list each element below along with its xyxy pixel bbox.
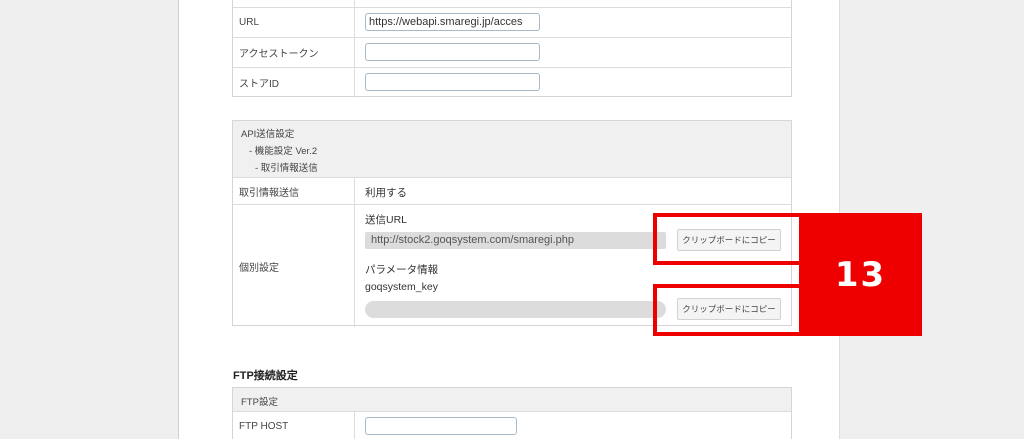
access-token-label: アクセストークン: [233, 38, 355, 67]
transaction-send-label: 取引情報送信: [233, 178, 355, 204]
store-id-input[interactable]: [365, 73, 540, 91]
transaction-send-cell: 利用する: [355, 178, 791, 204]
transaction-send-value: 利用する: [365, 187, 407, 199]
api-send-settings-header: API送信設定 - 機能設定 Ver.2 - 取引情報送信: [233, 121, 791, 178]
ftp-settings-table: FTP設定 FTP HOST: [232, 387, 792, 439]
parameter-value-field[interactable]: [365, 301, 666, 318]
ftp-host-input[interactable]: [365, 417, 517, 435]
send-url-field[interactable]: http://stock2.goqsystem.com/smaregi.php: [365, 232, 666, 249]
highlight-box-send-url: [653, 213, 803, 265]
url-label: URL: [233, 8, 355, 37]
ftp-section-title: FTP接続設定: [233, 370, 298, 382]
individual-settings-label: 個別設定: [233, 205, 355, 327]
parameter-info-label: パラメータ情報: [365, 264, 439, 276]
row-label-partial: [233, 0, 355, 7]
table-row-access-token: アクセストークン: [233, 38, 791, 68]
table-row-store-id: ストアID: [233, 68, 791, 97]
send-url-label: 送信URL: [365, 214, 408, 226]
parameter-key-label: goqsystem_key: [365, 281, 438, 293]
table-row-partial: [233, 0, 791, 8]
ftp-host-label: FTP HOST: [233, 412, 355, 439]
ftp-host-cell: [355, 412, 791, 439]
highlight-box-parameter: [653, 284, 803, 336]
access-token-input[interactable]: [365, 43, 540, 61]
table-row-ftp-host: FTP HOST: [233, 412, 791, 439]
header-line-function: - 機能設定 Ver.2: [249, 146, 318, 157]
ftp-settings-header: FTP設定: [233, 388, 791, 412]
table-row-url: URL https://webapi.smaregi.jp/acces: [233, 8, 791, 38]
step-number-badge: 13: [799, 213, 922, 336]
page-margin-left-border: [178, 0, 179, 439]
store-id-cell: [355, 68, 791, 97]
page-margin-left: [0, 0, 178, 439]
header-line-transaction: - 取引情報送信: [255, 163, 318, 174]
url-cell: https://webapi.smaregi.jp/acces: [355, 8, 791, 37]
ftp-header-label: FTP設定: [241, 397, 278, 408]
header-line-api: API送信設定: [241, 129, 295, 140]
access-token-cell: [355, 38, 791, 67]
api-connection-table: URL https://webapi.smaregi.jp/acces アクセス…: [232, 0, 792, 97]
store-id-label: ストアID: [233, 68, 355, 97]
table-row-transaction-send: 取引情報送信 利用する: [233, 178, 791, 205]
url-input[interactable]: https://webapi.smaregi.jp/acces: [365, 13, 540, 31]
